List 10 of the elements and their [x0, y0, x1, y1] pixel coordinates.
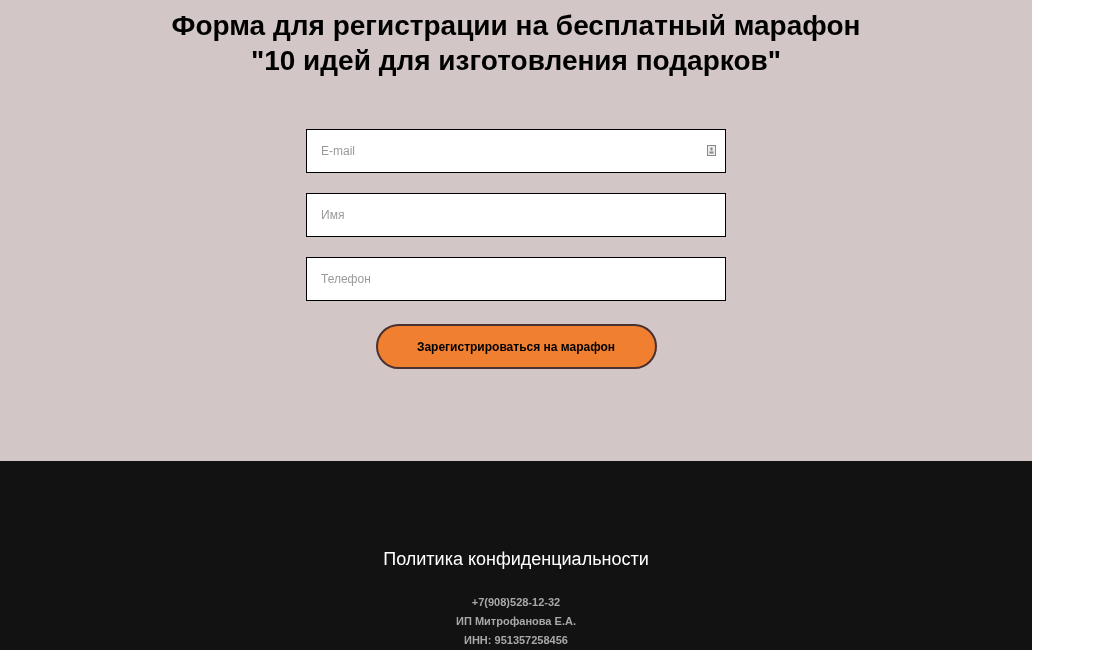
contact-text: ИП Митрофанова Е.А. — [456, 614, 576, 629]
privacy-policy-link[interactable]: Политика конфиденциальности — [383, 546, 649, 573]
submit-button[interactable]: Зарегистрироваться на марафон — [375, 324, 657, 369]
contact-text: +7(908)528-12-32 — [471, 595, 561, 610]
form-title: Форма для регистрации на бесплатный марафон "10 идей для изготовления подарков" — [171, 9, 861, 78]
input-field[interactable]: Телефон — [306, 257, 726, 301]
input-field[interactable]: Имя — [306, 193, 726, 237]
input-field[interactable]: E-mail — [306, 129, 726, 173]
contact-card-icon[interactable] — [707, 145, 716, 156]
contact-text: ИНН: 951357258456 — [464, 633, 568, 648]
